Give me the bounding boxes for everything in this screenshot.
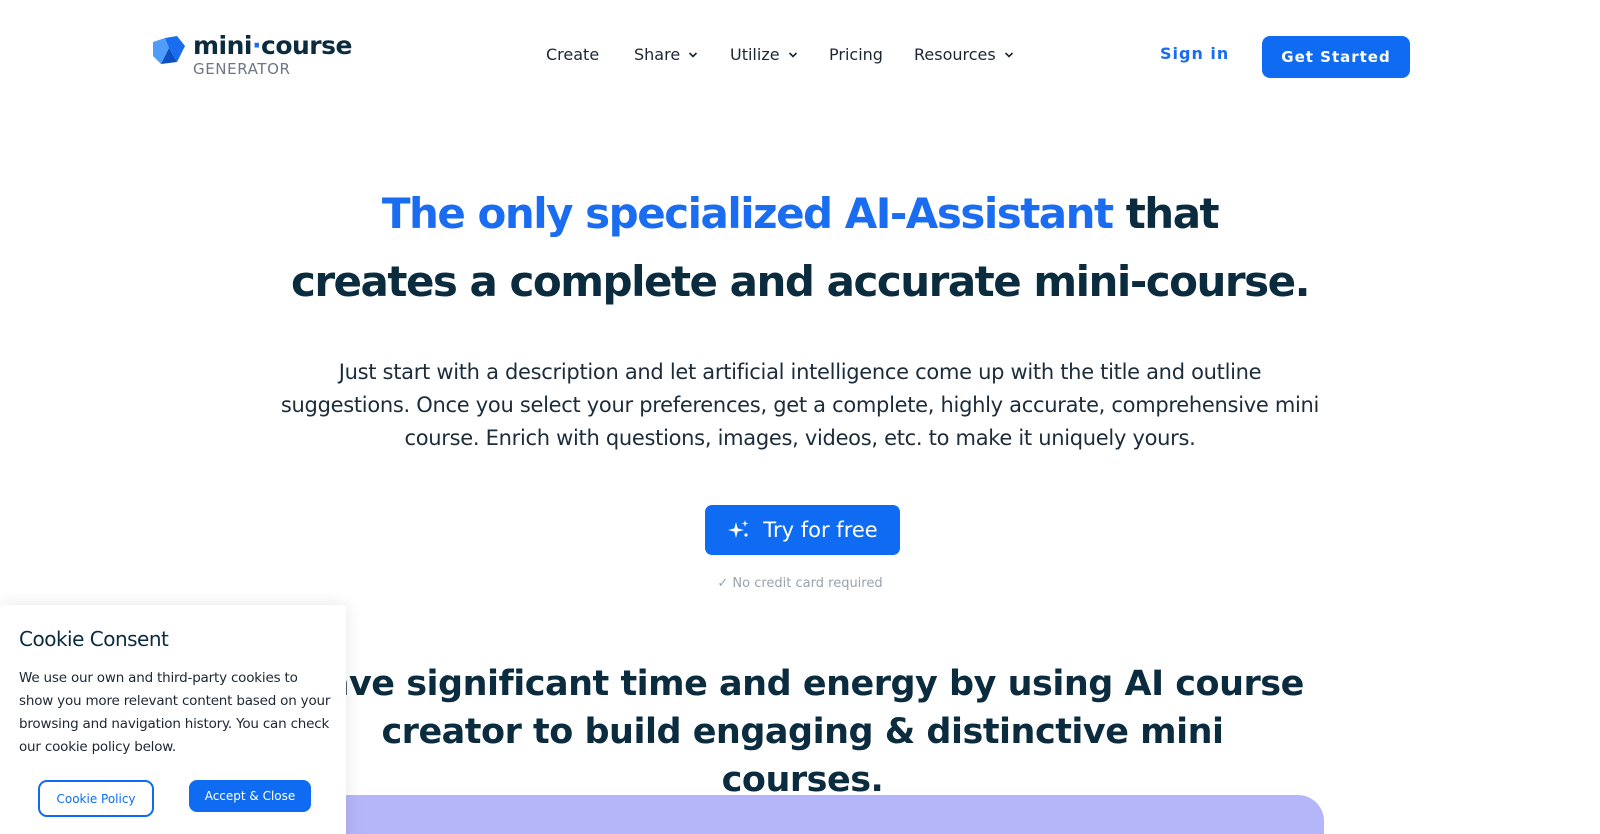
hero-title-rest: that [1112, 189, 1220, 238]
chevron-down-icon [788, 51, 797, 58]
cookie-consent-title: Cookie Consent [19, 627, 169, 651]
sign-in-link[interactable]: Sign in [1160, 44, 1229, 63]
nav-item-utilize[interactable]: Utilize [730, 45, 798, 64]
hero-title-accent: The only specialized AI-Assistant [381, 189, 1114, 238]
section-title: Save significant time and energy by usin… [301, 664, 1304, 800]
get-started-button[interactable]: Get Started [1262, 36, 1410, 78]
product-preview-frame [312, 795, 1324, 834]
page: mini·course GENERATOR Create Share Utili… [0, 0, 1600, 834]
sparkles-icon [728, 520, 749, 538]
cookie-consent-text: We use our own and third-party cookies t… [19, 670, 331, 755]
try-for-free-button[interactable]: Try for free [705, 505, 900, 555]
hero-subtitle: Just start with a description and let ar… [280, 360, 1320, 450]
nav-item-share[interactable]: Share [634, 45, 698, 64]
nav-item-resources[interactable]: Resources [914, 45, 1014, 64]
nav-item-create[interactable]: Create [546, 45, 599, 64]
chevron-down-icon [1004, 51, 1013, 58]
accept-and-close-button[interactable]: Accept & Close [189, 780, 311, 812]
cookie-policy-button[interactable]: Cookie Policy [38, 780, 154, 817]
chevron-down-icon [689, 51, 698, 58]
try-for-free-label: Try for free [763, 518, 878, 542]
no-credit-card-note: ✓ No credit card required [717, 576, 883, 591]
hero-title-line2: creates a complete and accurate mini-cou… [290, 257, 1311, 306]
hero-title: The only specialized AI-Assistant that c… [0, 180, 1600, 316]
cookie-consent-banner: Cookie Consent We use our own and third-… [0, 605, 346, 834]
nav-item-pricing[interactable]: Pricing [829, 45, 883, 64]
